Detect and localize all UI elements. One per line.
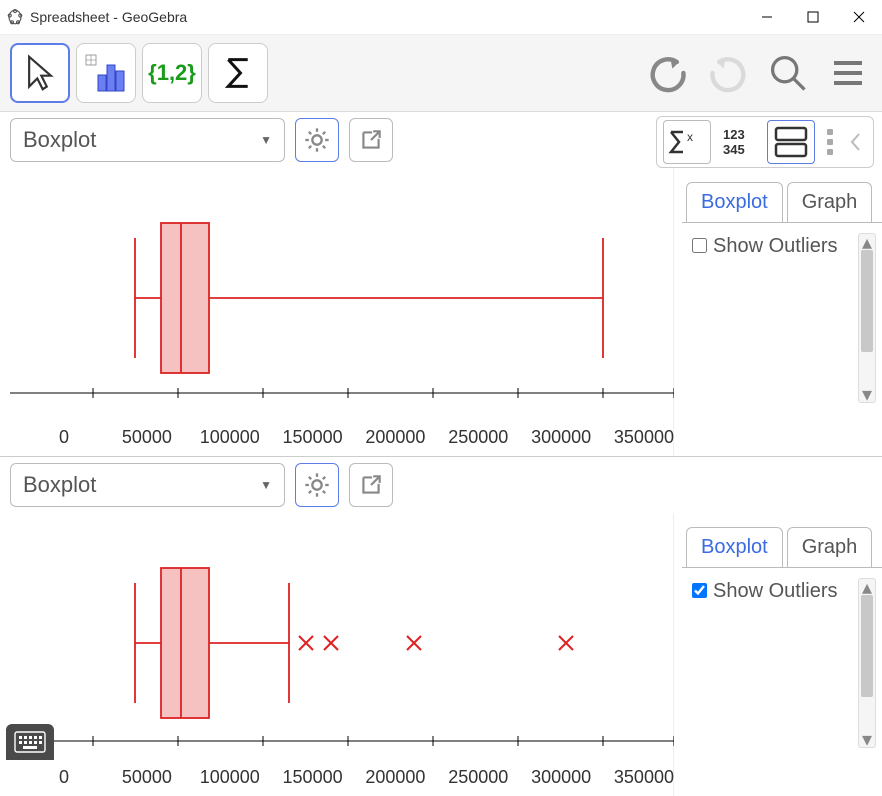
plot-section-2: Boxplot ▼: [0, 457, 882, 796]
tool-one-variable-analysis[interactable]: [76, 43, 136, 103]
plot1-type-label: Boxplot: [23, 127, 96, 153]
boxplot-1: [0, 168, 674, 423]
plot2-type-dropdown[interactable]: Boxplot ▼: [10, 463, 285, 507]
layout-button[interactable]: [767, 120, 815, 164]
window-close-button[interactable]: [836, 0, 882, 34]
plot1-tab-boxplot[interactable]: Boxplot: [686, 182, 783, 222]
plot2-chart-area: 0500001000001500002000002500003000003500…: [0, 513, 674, 796]
search-button[interactable]: [764, 49, 812, 97]
menu-button[interactable]: [824, 49, 872, 97]
svg-text:345: 345: [723, 142, 745, 157]
chevron-down-icon: ▼: [260, 478, 272, 492]
tool-move[interactable]: [10, 43, 70, 103]
show-data-button[interactable]: 123345: [715, 120, 763, 164]
statistics-button[interactable]: x: [663, 120, 711, 164]
chevron-up-icon: ▴: [859, 579, 875, 595]
plot2-type-label: Boxplot: [23, 472, 96, 498]
app-icon: [6, 8, 24, 26]
plot1-show-outliers-input[interactable]: [692, 238, 707, 253]
undo-button[interactable]: [644, 49, 692, 97]
chevron-down-icon: ▼: [260, 133, 272, 147]
tool-create-list[interactable]: {1,2}: [142, 43, 202, 103]
plot1-show-outliers-checkbox[interactable]: Show Outliers: [692, 233, 838, 259]
plot2-scrollbar[interactable]: ▴ ▾: [858, 578, 876, 748]
plot1-scrollbar[interactable]: ▴ ▾: [858, 233, 876, 403]
plot2-show-outliers-label: Show Outliers: [713, 578, 838, 604]
plot1-type-dropdown[interactable]: Boxplot ▼: [10, 118, 285, 162]
virtual-keyboard-button[interactable]: [6, 724, 54, 760]
plot1-popout-button[interactable]: [349, 118, 393, 162]
more-options-button[interactable]: [819, 129, 841, 155]
scrollbar-thumb[interactable]: [861, 595, 873, 697]
plot2-settings-button[interactable]: [295, 463, 339, 507]
svg-text:123: 123: [723, 127, 745, 142]
collapse-panel-button[interactable]: [845, 131, 867, 153]
chevron-up-icon: ▴: [859, 234, 875, 250]
plot2-tab-boxplot[interactable]: Boxplot: [686, 527, 783, 567]
analysis-toolbar: x 123345: [656, 116, 874, 168]
list-icon: {1,2}: [148, 60, 196, 86]
main-toolbar: {1,2}: [0, 34, 882, 112]
window-minimize-button[interactable]: [744, 0, 790, 34]
window-maximize-button[interactable]: [790, 0, 836, 34]
plot2-show-outliers-input[interactable]: [692, 583, 707, 598]
plot1-tab-graph[interactable]: Graph: [787, 182, 873, 222]
plot1-chart-area: 0500001000001500002000002500003000003500…: [0, 168, 674, 456]
plot1-side-panel: Boxplot Graph Show Outliers ▴ ▾: [682, 178, 882, 413]
tool-sum[interactable]: [208, 43, 268, 103]
window-title: Spreadsheet - GeoGebra: [30, 9, 187, 25]
chevron-down-icon: ▾: [859, 731, 875, 747]
plot2-show-outliers-checkbox[interactable]: Show Outliers: [692, 578, 838, 604]
boxplot-2: [0, 513, 674, 763]
plot1-settings-button[interactable]: [295, 118, 339, 162]
plot2-axis-labels: 0500001000001500002000002500003000003500…: [64, 763, 674, 796]
plot2-popout-button[interactable]: [349, 463, 393, 507]
plot-section-1: Boxplot ▼ x 123345: [0, 112, 882, 456]
plot1-show-outliers-label: Show Outliers: [713, 233, 838, 259]
scrollbar-thumb[interactable]: [861, 250, 873, 352]
plot2-side-panel: Boxplot Graph Show Outliers ▴ ▾: [682, 523, 882, 758]
svg-text:x: x: [687, 130, 693, 144]
window-titlebar: Spreadsheet - GeoGebra: [0, 0, 882, 34]
chevron-down-icon: ▾: [859, 386, 875, 402]
plot1-axis-labels: 0500001000001500002000002500003000003500…: [64, 423, 674, 456]
plot2-tab-graph[interactable]: Graph: [787, 527, 873, 567]
redo-button[interactable]: [704, 49, 752, 97]
